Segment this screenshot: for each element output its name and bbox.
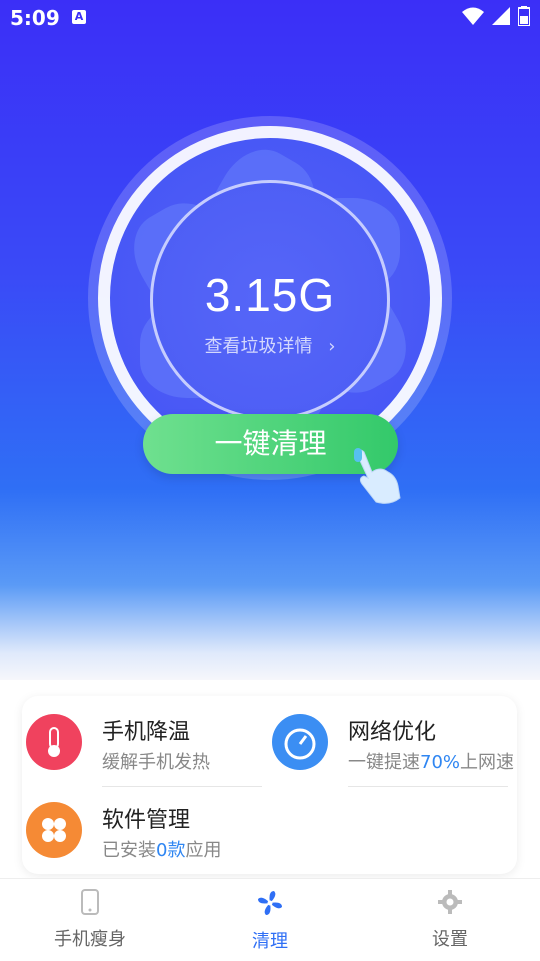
nav-item-slim[interactable]: 手机瘦身 xyxy=(0,889,180,951)
gear-icon xyxy=(438,890,462,914)
status-icons xyxy=(462,6,530,26)
chevron-right-icon: › xyxy=(328,336,336,357)
subtitle-text: 已安装 xyxy=(102,840,156,861)
view-junk-details-link[interactable]: 查看垃圾详情 › xyxy=(150,332,390,358)
view-junk-details-label: 查看垃圾详情 xyxy=(204,336,313,357)
wifi-icon xyxy=(462,7,484,25)
junk-size: 3.15G xyxy=(204,269,336,321)
tool-subtitle: 一键提速70%上网速 xyxy=(348,748,514,774)
tool-subtitle: 已安装0款应用 xyxy=(102,836,221,862)
hero-banner: 5:09 A 3.15G 查看垃圾详情 › 一键清理 xyxy=(0,0,540,680)
tool-network-optimize[interactable]: 网络优化 一键提速70%上网速 xyxy=(270,696,517,784)
status-bar: 5:09 A xyxy=(0,0,540,36)
notification-icon: A xyxy=(72,10,86,24)
fan-icon xyxy=(258,891,282,915)
battery-icon xyxy=(518,6,530,26)
tools-card: 手机降温 缓解手机发热 网络优化 一键提速70%上网速 软件管理 已安装0款应用 xyxy=(22,696,517,874)
status-time: 5:09 xyxy=(10,6,60,30)
subtitle-text: 上网速 xyxy=(460,752,515,773)
tool-subtitle: 缓解手机发热 xyxy=(102,752,210,773)
phone-icon xyxy=(81,889,99,915)
divider xyxy=(102,786,262,787)
nav-item-clean[interactable]: 清理 xyxy=(180,889,360,953)
subtitle-text: 应用 xyxy=(185,840,222,861)
tool-app-manager[interactable]: 软件管理 已安装0款应用 xyxy=(22,788,270,874)
tool-phone-cooling[interactable]: 手机降温 缓解手机发热 xyxy=(22,696,270,784)
tool-title: 软件管理 xyxy=(102,808,191,833)
bottom-nav: 手机瘦身 清理 设置 xyxy=(0,878,540,961)
subtitle-highlight: 70% xyxy=(420,752,461,773)
tool-title: 网络优化 xyxy=(348,720,437,745)
subtitle-text: 一键提速 xyxy=(348,752,420,773)
speedometer-icon xyxy=(272,714,328,770)
signal-icon xyxy=(492,7,510,25)
divider xyxy=(348,786,508,787)
nav-label: 手机瘦身 xyxy=(54,929,126,950)
tool-title: 手机降温 xyxy=(102,720,191,745)
tap-hand-icon xyxy=(354,448,401,504)
apps-icon xyxy=(26,802,82,858)
nav-label: 设置 xyxy=(432,929,468,950)
nav-label: 清理 xyxy=(252,931,288,952)
subtitle-highlight: 0款 xyxy=(156,840,186,861)
nav-item-settings[interactable]: 设置 xyxy=(360,889,540,951)
thermometer-icon xyxy=(26,714,82,770)
